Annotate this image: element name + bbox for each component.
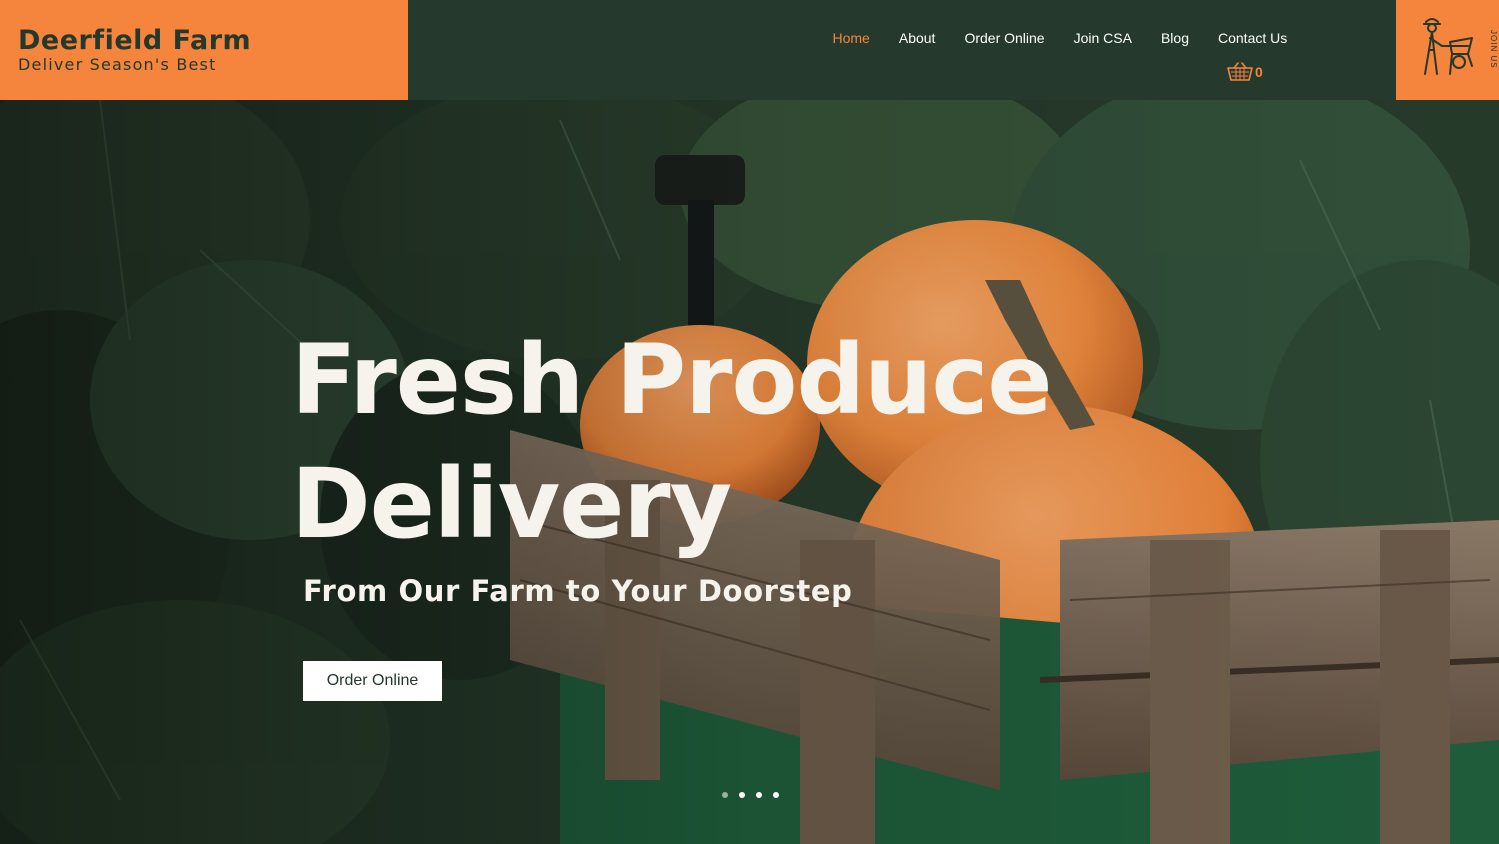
page: Deerfield Farm Deliver Season's Best Hom… — [0, 0, 1499, 844]
farmer-wheelbarrow-icon — [1423, 18, 1473, 75]
slide-dot-2[interactable] — [739, 792, 745, 798]
brand-name[interactable]: Deerfield Farm — [18, 26, 408, 56]
cart-button[interactable]: 0 — [1227, 62, 1263, 82]
join-us-label: JOIN US — [1489, 30, 1498, 69]
hero-title-line-1: Fresh Produce — [291, 324, 1053, 436]
main-nav: Home About Order Online Join CSA Blog Co… — [818, 29, 1302, 47]
hero-order-online-button[interactable]: Order Online — [303, 661, 442, 701]
slide-dot-1[interactable] — [722, 792, 728, 798]
brand-tagline: Deliver Season's Best — [18, 55, 217, 74]
nav-blog[interactable]: Blog — [1146, 29, 1203, 47]
nav-about[interactable]: About — [884, 29, 950, 47]
nav-contact-us[interactable]: Contact Us — [1204, 29, 1302, 47]
hero-title-line-2: Delivery — [291, 448, 732, 560]
slide-dot-4[interactable] — [773, 792, 779, 798]
hero-title: Fresh Produce Delivery — [291, 318, 1053, 566]
slideshow-dots — [722, 792, 779, 798]
hero-subtitle: From Our Farm to Your Doorstep — [303, 574, 853, 608]
hero-section: Fresh Produce Delivery From Our Farm to … — [0, 100, 1499, 844]
nav-home[interactable]: Home — [818, 29, 884, 47]
basket-icon — [1227, 62, 1253, 81]
nav-order-online[interactable]: Order Online — [950, 29, 1059, 47]
slide-dot-3[interactable] — [756, 792, 762, 798]
nav-join-csa[interactable]: Join CSA — [1059, 29, 1146, 47]
cart-count: 0 — [1255, 64, 1263, 80]
site-header: Deerfield Farm Deliver Season's Best Hom… — [0, 0, 1499, 100]
brand-block[interactable]: Deerfield Farm Deliver Season's Best — [0, 0, 408, 100]
